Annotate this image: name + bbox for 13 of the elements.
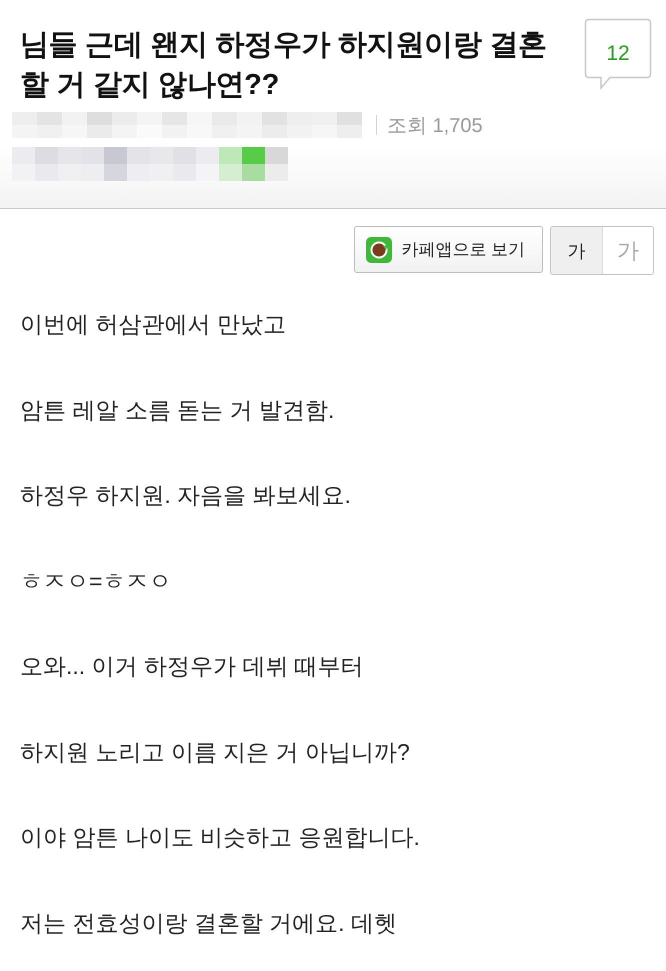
- post-title: 님들 근데 왠지 하정우가 하지원이랑 결혼 할 거 같지 않나연??: [20, 28, 548, 103]
- body-paragraph: 암튼 레알 소름 돋는 거 발견함.: [20, 396, 336, 424]
- open-in-app-button[interactable]: 카페앱으로 보기: [354, 226, 543, 273]
- body-paragraph: 저는 전효성이랑 결혼할 거에요. 데헷: [20, 908, 398, 938]
- body-paragraph: 이야 암튼 나이도 비슷하고 응원합니다.: [20, 823, 421, 852]
- body-paragraph: 하지원 노리고 이름 지은 거 아닙니까?: [20, 738, 411, 766]
- body-paragraph: 이번에 허삼관에서 만났고: [20, 310, 287, 339]
- font-size-button[interactable]: 가: [551, 227, 602, 274]
- view-count: 조회 1,705: [387, 114, 483, 138]
- app-logo-icon: [366, 236, 392, 262]
- body-paragraph: 하정우 하지원. 자음을 봐보세요.: [20, 481, 352, 510]
- body-paragraph: ㅎㅈㅇ=ㅎㅈㅇ: [20, 566, 172, 596]
- body-paragraph: 오와... 이거 하정우가 데뷔 때부터: [20, 652, 365, 681]
